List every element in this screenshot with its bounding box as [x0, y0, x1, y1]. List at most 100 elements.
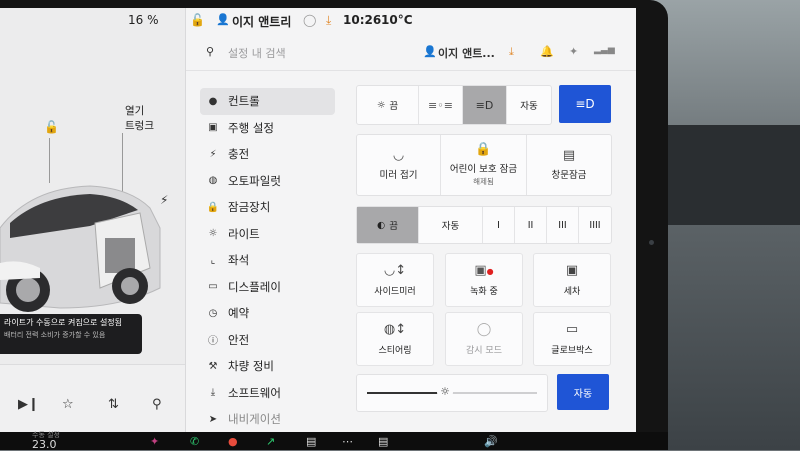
brightness-control: ☼ — [356, 374, 548, 412]
menu-item-schedule[interactable]: ◷ 예약 — [200, 300, 335, 327]
sentry-icon: ◯ — [476, 322, 492, 337]
car-panel: 열기 트렁크 🔓 ⚡ 라이트가 수동으로 켜짐으로 설정됨 배터리 전력 소비가… — [0, 8, 186, 432]
child-lock-button[interactable]: 🔒 어린이 보호 잠금 해제됨 — [441, 135, 527, 195]
menu-item-display[interactable]: ▭ 디스플레이 — [200, 274, 335, 301]
wiper-speed-2-button[interactable]: II — [515, 207, 547, 243]
profile-name[interactable]: 이지 앤트리 — [232, 13, 291, 30]
car-wash-button[interactable]: ▣ 세차 — [533, 253, 611, 307]
settings-menu: ● 컨트롤 ▣ 주행 설정 ⚡ 충전 ◍ 오토파일럿 🔒 잠금장치 ☼ 라이트 ⌞ 좌석 ▭ 디… — [200, 88, 335, 432]
brightness-fill — [367, 392, 444, 394]
car-icon: ▣ — [208, 122, 218, 134]
toggle-icon: ● — [208, 95, 218, 107]
energy-icon[interactable]: ↗ — [266, 435, 275, 448]
info-icon: ⓘ — [208, 336, 218, 348]
wiper-speed-1-button[interactable]: I — [483, 207, 515, 243]
notice-line1: 라이트가 수동으로 켜짐으로 설정됨 — [4, 318, 123, 327]
favorite-icon[interactable]: ☆ — [62, 397, 74, 412]
search-icon[interactable]: ⚲ — [152, 397, 162, 412]
search-icon: ⚲ — [206, 45, 215, 58]
open-label: 열기 — [125, 105, 145, 117]
menu-item-charging[interactable]: ⚡ 충전 — [200, 141, 335, 168]
wiper-speed-3-button[interactable]: III — [547, 207, 579, 243]
headlights-off-button[interactable]: ☼ 끔 — [357, 86, 419, 124]
side-mirror-icon: ◡↕ — [383, 263, 407, 278]
wiper-icon: ◐ — [376, 219, 386, 231]
phone-icon[interactable]: ✆ — [190, 435, 199, 448]
brightness-handle-icon[interactable]: ☼ — [437, 384, 453, 400]
equalizer-icon[interactable]: ⇅ — [108, 397, 119, 412]
dashcam-button[interactable]: ▣● 녹화 중 — [445, 253, 523, 307]
taskbar: 수동 설정 23.0 ✦ ✆ ● ↗ ▤ ⋯ ▤ 🔊 — [0, 431, 668, 451]
more-apps-icon[interactable]: ⋯ — [342, 435, 353, 448]
wrench-icon: ⚒ — [208, 360, 218, 372]
sun-icon: ☼ — [208, 228, 218, 240]
camera-app-icon[interactable]: ● — [228, 435, 238, 448]
toybox-icon[interactable]: ✦ — [150, 435, 159, 448]
display-icon: ▭ — [208, 281, 218, 293]
dashboard-trim — [660, 125, 800, 225]
car-wash-icon: ▣ — [565, 263, 579, 278]
camera-dot — [649, 240, 654, 245]
download-icon: ⤓ — [210, 387, 216, 399]
low-beam-icon: ≡D — [475, 98, 494, 112]
profile-icon: 👤 — [423, 45, 437, 58]
profile-icon: 👤 — [216, 13, 230, 26]
high-beam-icon: ≡D — [575, 97, 595, 111]
car-illustration — [0, 185, 161, 312]
notes-icon[interactable]: ▤ — [378, 435, 388, 448]
parking-lights-icon: ≡◦≡ — [428, 98, 453, 112]
next-track-icon[interactable]: ▶❙ — [18, 397, 39, 412]
menu-item-autopilot[interactable]: ◍ 오토파일럿 — [200, 168, 335, 195]
wiper-speed-4-button[interactable]: IIII — [579, 207, 611, 243]
profile-button[interactable]: 이지 앤트... — [438, 45, 495, 61]
status-bar: 16 % 🔓 👤 이지 앤트리 ◯ ⤓ 10:26 10°C — [0, 8, 636, 32]
mirror-fold-button[interactable]: ◡ 미러 접기 — [357, 135, 441, 195]
record-icon: ▣● — [474, 263, 494, 278]
sun-icon: ☼ — [376, 99, 386, 111]
search-input[interactable]: 설정 내 검색 — [228, 45, 286, 61]
window-lock-icon: ▤ — [562, 148, 576, 163]
wiper-auto-button[interactable]: 자동 — [419, 207, 483, 243]
low-beam-button[interactable]: ≡D — [463, 86, 507, 124]
temp-value[interactable]: 23.0 — [32, 438, 57, 451]
lock-status-icon[interactable]: 🔓 — [190, 13, 205, 27]
menu-item-lights[interactable]: ☼ 라이트 — [200, 221, 335, 248]
menu-item-software[interactable]: ⤓ 소프트웨어 — [200, 380, 335, 407]
bell-icon[interactable]: 🔔 — [540, 45, 554, 58]
signal-icon: ▂▃▅ — [594, 45, 615, 55]
update-icon[interactable]: ⤓ — [326, 13, 331, 28]
headlights-auto-button[interactable]: 자동 — [507, 86, 551, 124]
volume-icon[interactable]: 🔊 — [484, 435, 498, 448]
menu-item-navigation[interactable]: ➤ 내비게이션 — [200, 406, 335, 432]
frunk-lock-icon[interactable]: 🔓 — [44, 120, 59, 134]
steering-adjust-button[interactable]: ◍↕ 스티어링 — [356, 312, 434, 366]
trunk-button[interactable]: 트렁크 — [125, 118, 154, 133]
window-lock-button[interactable]: ▤ 창문잠금 — [527, 135, 611, 195]
seat-icon: ⌞ — [210, 254, 216, 266]
brightness-auto-button[interactable]: 자동 — [557, 374, 609, 410]
bolt-icon: ⚡ — [209, 148, 217, 160]
wiper-control: ◐ 끔 자동 I II III IIII — [356, 206, 612, 244]
download-icon[interactable]: ⤓ — [509, 45, 514, 59]
glovebox-button[interactable]: ▭ 글로브박스 — [533, 312, 611, 366]
menu-item-safety[interactable]: ⓘ 안전 — [200, 327, 335, 354]
menu-item-service[interactable]: ⚒ 차량 정비 — [200, 353, 335, 380]
parking-lights-button[interactable]: ≡◦≡ — [419, 86, 463, 124]
bluetooth-icon[interactable]: ✦ — [569, 45, 578, 58]
menu-item-driving[interactable]: ▣ 주행 설정 — [200, 115, 335, 142]
menu-item-locks[interactable]: 🔒 잠금장치 — [200, 194, 335, 221]
sentry-mode-button[interactable]: ◯ 감시 모드 — [445, 312, 523, 366]
steering-wheel-icon: ◍↕ — [383, 322, 407, 337]
wiper-off-button[interactable]: ◐ 끔 — [357, 207, 419, 243]
menu-item-seats[interactable]: ⌞ 좌석 — [200, 247, 335, 274]
lights-notice: 라이트가 수동으로 켜짐으로 설정됨 배터리 전력 소비가 증가할 수 있음 — [0, 314, 142, 354]
high-beam-button[interactable]: ≡D — [559, 85, 611, 123]
search-row: ⚲ 설정 내 검색 👤 이지 앤트... ⤓ 🔔 ✦ ▂▃▅ — [186, 36, 636, 71]
lock-icon: 🔒 — [206, 201, 220, 213]
side-mirror-button[interactable]: ◡↕ 사이드미러 — [356, 253, 434, 307]
media-player: ▶❙ ☆ ⇅ ⚲ — [0, 364, 185, 432]
menu-item-controls[interactable]: ● 컨트롤 — [200, 88, 335, 115]
calendar-icon[interactable]: ▤ — [306, 435, 316, 448]
child-lock-icon: 🔒 — [475, 142, 492, 157]
navigation-icon: ➤ — [208, 413, 218, 425]
